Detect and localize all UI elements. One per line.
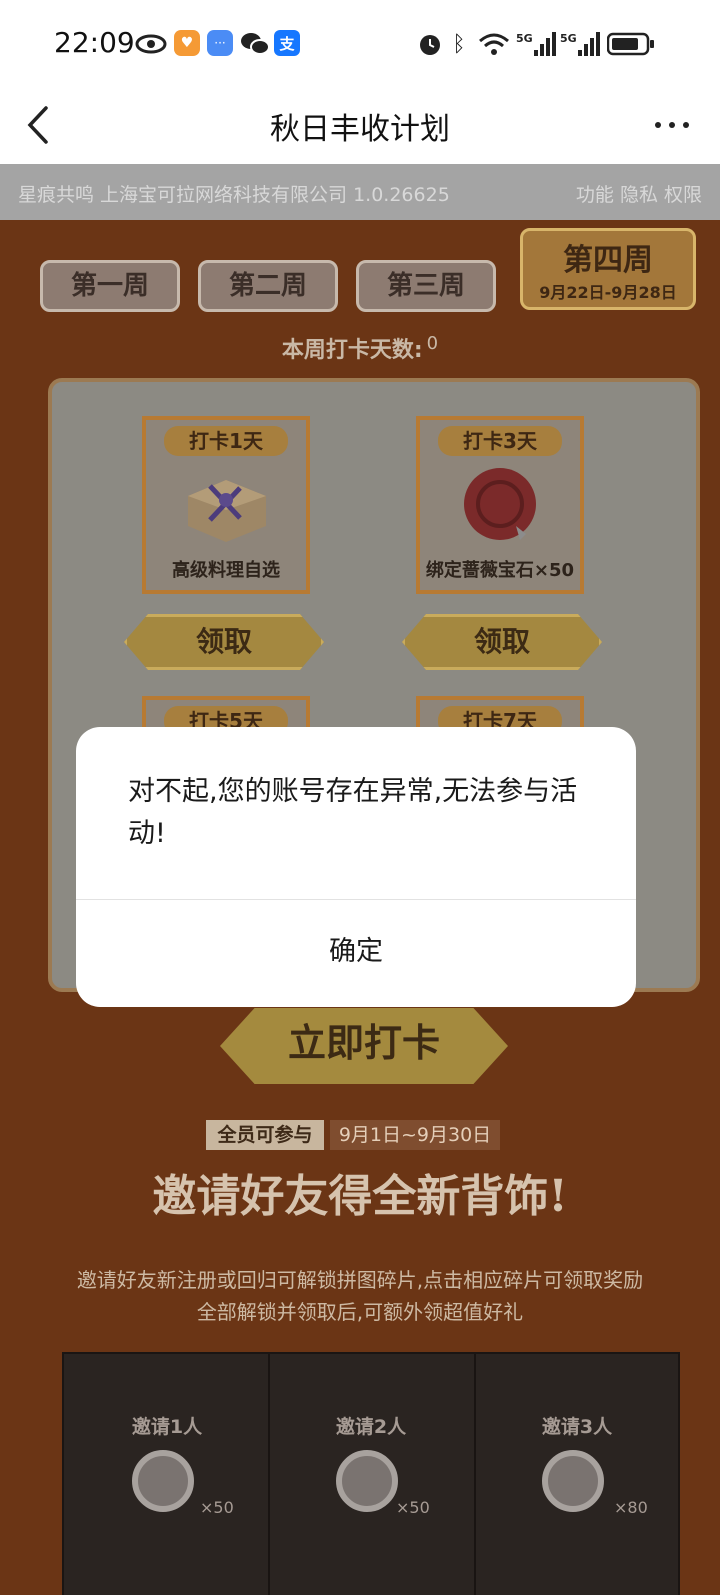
signal-5g-icon: 5G — [516, 30, 556, 58]
status-time: 22:09 — [54, 26, 135, 59]
status-bar: 22:09 ♥ ··· 支 ᛒ 5G 5G — [0, 0, 720, 88]
reward-coin-icon — [542, 1450, 604, 1512]
badge-everyone: 全员可参与 — [206, 1120, 324, 1150]
gift-box-icon — [180, 466, 272, 546]
claim-button-day3[interactable]: 领取 — [402, 614, 602, 670]
reward-name: 绑定蔷薇宝石×50 — [425, 560, 575, 581]
confirm-button[interactable]: 确定 — [76, 900, 636, 1007]
invite-piece-qty: ×50 — [200, 1498, 234, 1517]
wifi-icon — [474, 30, 514, 58]
checkin-days-label: 本周打卡天数: — [281, 338, 423, 363]
wechat-icon — [240, 30, 270, 58]
svg-text:5G: 5G — [516, 32, 533, 45]
invite-description: 邀请好友新注册或回归可解锁拼图碎片,点击相应碎片可领取奖励 全部解锁并领取后,可… — [0, 1264, 720, 1328]
reward-card-day3: 打卡3天 绑定蔷薇宝石×50 — [416, 416, 584, 594]
tab-week-1[interactable]: 第一周 — [40, 260, 180, 312]
reward-card-day1: 打卡1天 高级料理自选 — [142, 416, 310, 594]
reward-name: 高级料理自选 — [172, 560, 280, 581]
invite-desc-line2: 全部解锁并领取后,可额外领超值好礼 — [196, 1300, 524, 1324]
checkin-days: 本周打卡天数: 0 — [0, 332, 720, 364]
error-dialog: 对不起,您的账号存在异常,无法参与活动! 确定 — [76, 727, 636, 1007]
puzzle-divider — [474, 1354, 476, 1595]
svg-text:5G: 5G — [560, 32, 577, 45]
tab-week-3[interactable]: 第三周 — [356, 260, 496, 312]
tab-week-2[interactable]: 第二周 — [198, 260, 338, 312]
invite-title: 邀请好友得全新背饰! — [152, 1171, 568, 1222]
app-info-links[interactable]: 功能 隐私 权限 — [576, 180, 702, 207]
invite-piece-label[interactable]: 邀请2人 — [296, 1412, 446, 1439]
battery-icon — [606, 30, 656, 58]
reward-coin-icon — [336, 1450, 398, 1512]
badge-date-range: 9月1日~9月30日 — [330, 1120, 500, 1150]
reward-tag: 打卡3天 — [438, 426, 562, 456]
bluetooth-icon: ᛒ — [452, 31, 466, 57]
reward-coin-icon — [132, 1450, 194, 1512]
invite-piece-label[interactable]: 邀请3人 — [502, 1412, 652, 1439]
alarm-icon — [416, 30, 444, 58]
invite-piece-qty: ×80 — [614, 1498, 648, 1517]
invite-puzzle: 邀请1人 ×50 邀请2人 ×50 邀请3人 ×80 — [62, 1352, 680, 1595]
invite-piece-label[interactable]: 邀请1人 — [92, 1412, 242, 1439]
invite-desc-line1: 邀请好友新注册或回归可解锁拼图碎片,点击相应碎片可领取奖励 — [76, 1268, 644, 1292]
tab-week-4-dates: 9月22日-9月28日 — [539, 283, 677, 302]
app-notification-icon: ♥ — [174, 30, 200, 56]
alipay-icon: 支 — [274, 30, 300, 56]
dialog-message: 对不起,您的账号存在异常,无法参与活动! — [128, 776, 578, 849]
signal-5g-icon-2: 5G — [560, 30, 600, 58]
more-options-icon[interactable] — [652, 110, 692, 140]
puzzle-divider — [268, 1354, 270, 1595]
checkin-now-button[interactable]: 立即打卡 — [220, 1008, 508, 1084]
gemstone-icon — [454, 466, 546, 546]
claim-button-day1[interactable]: 领取 — [124, 614, 324, 670]
reward-tag: 打卡1天 — [164, 426, 288, 456]
page-title: 秋日丰收计划 — [270, 112, 450, 147]
tab-week-4-label: 第四周 — [563, 243, 653, 278]
nav-bar: 秋日丰收计划 — [0, 88, 720, 164]
checkin-days-count: 0 — [426, 332, 439, 354]
eye-icon — [134, 30, 168, 58]
app-info-text: 星痕共鸣 上海宝可拉网络科技有限公司 1.0.26625 — [18, 184, 450, 206]
tab-week-4-active[interactable]: 第四周 9月22日-9月28日 — [520, 228, 696, 310]
invite-piece-qty: ×50 — [396, 1498, 430, 1517]
app-info-strip: 星痕共鸣 上海宝可拉网络科技有限公司 1.0.26625 功能 隐私 权限 — [0, 164, 720, 220]
message-app-icon: ··· — [207, 30, 233, 56]
